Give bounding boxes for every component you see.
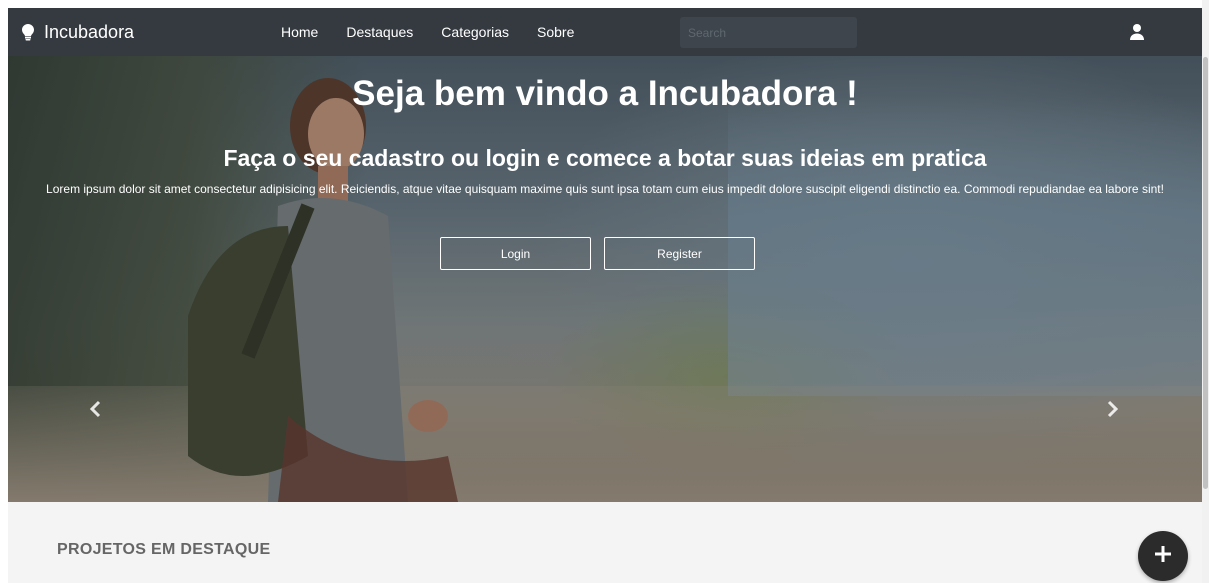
hero-subtitle: Faça o seu cadastro ou login e comece a … xyxy=(223,145,987,171)
hero-title-prefix: Seja bem vindo a xyxy=(352,74,648,113)
login-button[interactable]: Login xyxy=(440,237,591,270)
nav-link-destaques[interactable]: Destaques xyxy=(346,24,413,40)
page: Incubadora Home Destaques Categorias Sob… xyxy=(8,8,1202,583)
scrollbar-thumb[interactable] xyxy=(1203,57,1208,489)
plus-icon xyxy=(1153,544,1173,569)
hero-text: Lorem ipsum dolor sit amet consectetur a… xyxy=(46,182,1164,196)
user-icon[interactable] xyxy=(1128,23,1146,41)
add-project-button[interactable] xyxy=(1138,531,1188,581)
lightbulb-icon xyxy=(22,23,34,41)
nav-link-sobre[interactable]: Sobre xyxy=(537,24,574,40)
chevron-right-icon[interactable] xyxy=(1102,399,1122,419)
search-input[interactable] xyxy=(680,17,857,48)
hero-title: Seja bem vindo a Incubadora ! xyxy=(8,74,1202,114)
brand[interactable]: Incubadora xyxy=(22,8,134,56)
hero-overlay xyxy=(8,56,1202,502)
navbar: Incubadora Home Destaques Categorias Sob… xyxy=(8,8,1202,56)
hero-title-bold: Incubadora xyxy=(647,74,837,113)
chevron-left-icon[interactable] xyxy=(86,399,106,419)
hero-title-suffix: ! xyxy=(836,74,858,113)
nav-link-home[interactable]: Home xyxy=(281,24,318,40)
hero-carousel: Seja bem vindo a Incubadora ! Faça o seu… xyxy=(8,56,1202,502)
section-title: PROJETOS EM DESTAQUE xyxy=(57,541,271,558)
register-button[interactable]: Register xyxy=(604,237,755,270)
nav-links: Home Destaques Categorias Sobre xyxy=(281,8,574,56)
brand-name: Incubadora xyxy=(44,21,135,42)
nav-link-categorias[interactable]: Categorias xyxy=(441,24,509,40)
